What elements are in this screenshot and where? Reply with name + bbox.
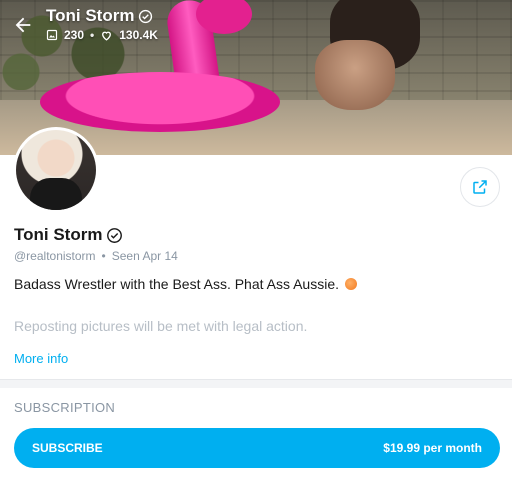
profile-notice: Reposting pictures will be met with lega… — [14, 318, 308, 334]
image-icon — [46, 29, 58, 41]
verified-icon — [138, 9, 153, 24]
subscription-title: SUBSCRIPTION — [14, 400, 116, 415]
peach-emoji-icon — [345, 278, 358, 290]
stats-separator: • — [90, 28, 95, 42]
profile-name-row: Toni Storm — [14, 225, 123, 245]
avatar[interactable] — [13, 127, 99, 213]
top-bar: Toni Storm 230 • 130.4K — [0, 0, 512, 60]
profile-bio: Badass Wrestler with the Best Ass. Phat … — [14, 276, 358, 292]
bio-text: Badass Wrestler with the Best Ass. Phat … — [14, 276, 340, 292]
subscribe-label: SUBSCRIBE — [32, 441, 103, 455]
last-seen: Seen Apr 14 — [111, 249, 178, 263]
header-title: Toni Storm — [46, 6, 135, 25]
more-info-link[interactable]: More info — [14, 351, 68, 366]
heart-icon — [100, 29, 113, 42]
subscribe-price: $19.99 per month — [383, 441, 482, 455]
back-arrow-icon[interactable] — [12, 14, 34, 36]
section-divider — [0, 379, 512, 388]
cover-flamingo-float — [40, 72, 280, 132]
header-stats: 230 • 130.4K — [46, 28, 158, 42]
header-title-row: Toni Storm — [46, 6, 153, 26]
share-button[interactable] — [460, 167, 500, 207]
media-count: 230 — [64, 28, 85, 42]
handle-separator: • — [101, 249, 106, 263]
subscribe-button[interactable]: SUBSCRIBE $19.99 per month — [14, 428, 500, 468]
likes-count: 130.4K — [119, 28, 158, 42]
share-icon — [471, 178, 489, 196]
profile-handle: @realtonistorm — [14, 249, 96, 263]
avatar-body — [30, 178, 82, 210]
avatar-image — [16, 130, 96, 210]
verified-icon — [106, 227, 123, 244]
profile-name: Toni Storm — [14, 225, 103, 244]
handle-row: @realtonistorm • Seen Apr 14 — [14, 249, 178, 263]
